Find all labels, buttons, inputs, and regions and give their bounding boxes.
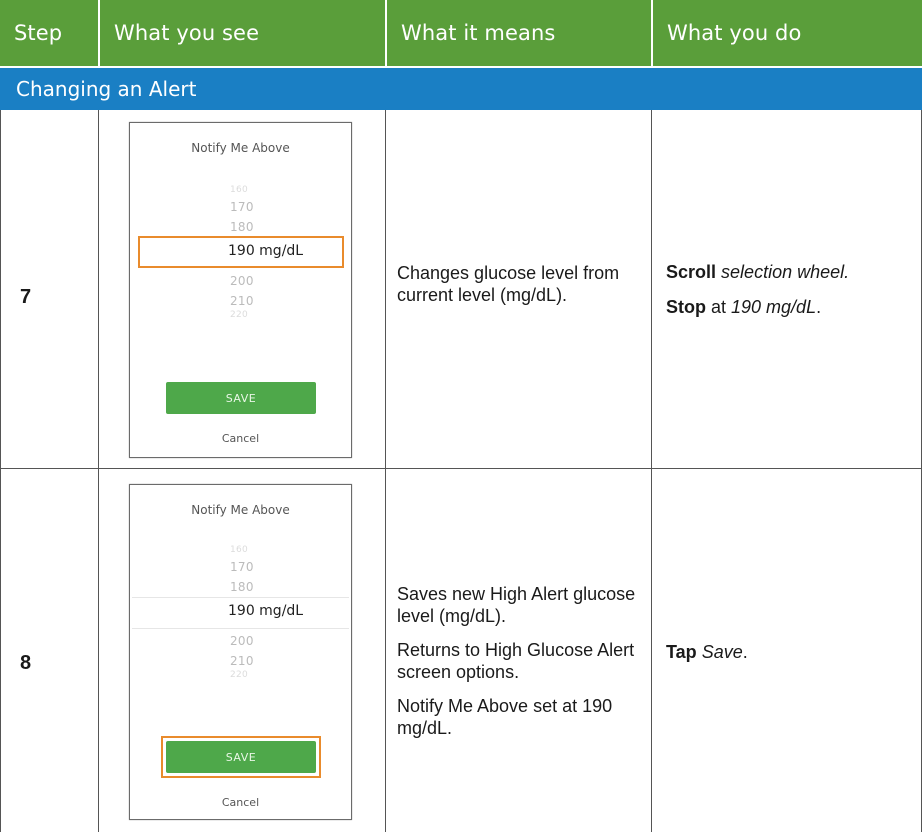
- divider-col3: [651, 110, 652, 832]
- action-line: Stop at 190 mg/dL.: [666, 296, 918, 318]
- wheel-value: 160: [230, 545, 249, 555]
- header-step: Step: [0, 0, 98, 66]
- save-button[interactable]: SAVE: [166, 741, 316, 773]
- action-verb: Scroll: [666, 262, 717, 282]
- phone-screenshot: Notify Me Above 160 170 180 190 mg/dL 20…: [129, 122, 352, 458]
- wheel-value: 170: [230, 200, 254, 214]
- cancel-link[interactable]: Cancel: [130, 796, 351, 809]
- meaning-line: Changes glucose level from current level…: [397, 263, 620, 305]
- wheel-value: 200: [230, 274, 254, 288]
- screen-title: Notify Me Above: [191, 503, 290, 517]
- step-number: 8: [20, 652, 32, 674]
- wheel-value: 180: [230, 580, 254, 594]
- wheel-value: 170: [230, 560, 254, 574]
- wheel-value: 210: [230, 294, 254, 308]
- save-button[interactable]: SAVE: [166, 382, 316, 414]
- header-what-it-means: What it means: [387, 0, 651, 66]
- instruction-table: Step What you see What it means What you…: [0, 0, 922, 832]
- step-number: 7: [20, 286, 32, 308]
- wheel-value: 220: [230, 310, 249, 320]
- action-period: .: [742, 642, 748, 662]
- section-title: Changing an Alert: [0, 68, 922, 110]
- meaning-text: Saves new High Alert glucose level (mg/d…: [397, 583, 647, 751]
- wheel-value: 210: [230, 654, 254, 668]
- wheel-value: 200: [230, 634, 254, 648]
- cancel-link[interactable]: Cancel: [130, 432, 351, 445]
- meaning-line: Saves new High Alert glucose level (mg/d…: [397, 584, 636, 626]
- divider-col1: [98, 110, 99, 832]
- action-line: Tap Save.: [666, 641, 918, 663]
- border-left: [0, 110, 1, 832]
- row-divider: [0, 468, 922, 469]
- meaning-text: Changes glucose level from current level…: [397, 262, 647, 318]
- wheel-value: 180: [230, 220, 254, 234]
- selected-value[interactable]: 190 mg/dL: [228, 603, 303, 619]
- phone-screenshot: Notify Me Above 160 170 180 190 mg/dL 20…: [129, 484, 352, 820]
- action-object: 190 mg/dL: [731, 297, 817, 317]
- action-text: Tap Save.: [666, 641, 918, 676]
- header-what-you-do: What you do: [653, 0, 922, 66]
- divider-col2: [385, 110, 386, 832]
- action-connector: at: [706, 297, 732, 317]
- selected-value[interactable]: 190 mg/dL: [228, 243, 303, 259]
- header-what-you-see: What you see: [100, 0, 385, 66]
- meaning-line: Notify Me Above set at 190 mg/dL.: [397, 696, 613, 738]
- action-line: Scroll selection wheel.: [666, 261, 918, 283]
- wheel-value: 160: [230, 185, 249, 195]
- action-object: Save: [701, 642, 743, 662]
- action-text: Scroll selection wheel. Stop at 190 mg/d…: [666, 261, 918, 331]
- action-period: .: [816, 297, 822, 317]
- action-verb: Tap: [666, 642, 697, 662]
- action-verb: Stop: [666, 297, 706, 317]
- wheel-value: 220: [230, 670, 249, 680]
- screen-title: Notify Me Above: [191, 141, 290, 155]
- action-object: selection wheel.: [721, 262, 850, 282]
- meaning-line: Returns to High Glucose Alert screen opt…: [397, 640, 635, 682]
